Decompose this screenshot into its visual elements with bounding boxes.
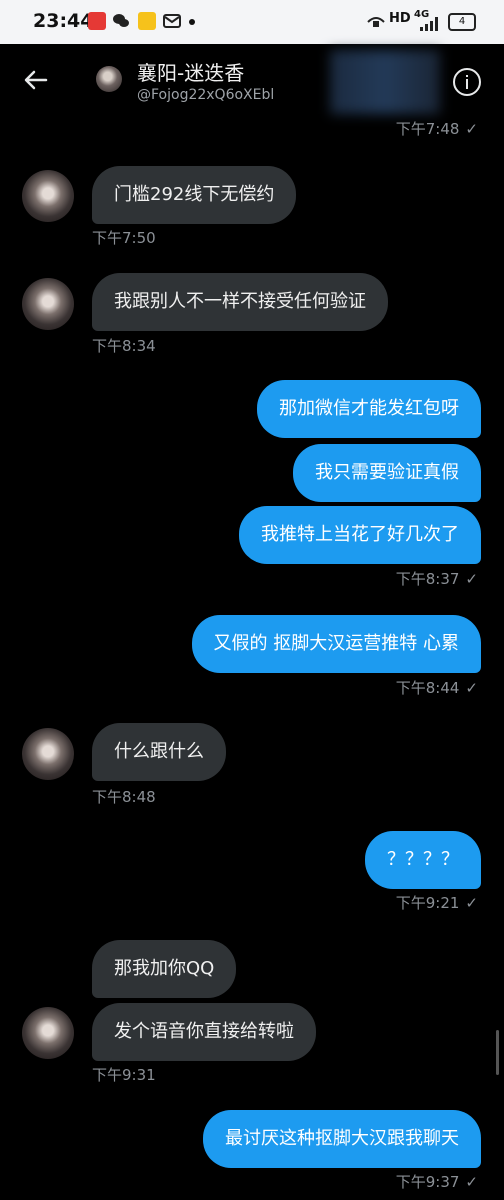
message-time: 下午8:48 <box>92 788 156 806</box>
message-time: 下午8:37 ✓ <box>395 570 478 588</box>
sent-check-icon: ✓ <box>465 120 478 138</box>
message-bubble-in[interactable]: 我跟别人不一样不接受任何验证 <box>92 273 388 331</box>
contact-name[interactable]: 襄阳-迷迭香 <box>137 57 244 86</box>
blurred-region <box>330 50 440 114</box>
message-time: 下午9:21 ✓ <box>395 894 478 912</box>
message-bubble-in[interactable]: 什么跟什么 <box>92 723 226 781</box>
more-notifications-dot-icon <box>189 19 195 25</box>
message-bubble-out[interactable]: 最讨厌这种抠脚大汉跟我聊天 <box>203 1110 481 1168</box>
status-bar: 23:44 HD 4G 4 <box>0 0 504 44</box>
avatar[interactable] <box>22 1007 74 1059</box>
back-arrow-icon[interactable] <box>22 66 50 94</box>
status-time: 23:44 <box>33 10 94 32</box>
avatar[interactable] <box>22 728 74 780</box>
contact-handle: @Fojog22xQ6oXEbl <box>137 87 275 103</box>
message-time: 下午7:50 <box>92 229 156 247</box>
message-bubble-in[interactable]: 那我加你QQ <box>92 940 237 998</box>
message-bubble-in[interactable]: 门槛292线下无偿约 <box>92 166 297 224</box>
sent-check-icon: ✓ <box>465 894 478 912</box>
message-time: 下午8:34 <box>92 337 156 355</box>
message-time: 下午7:48 ✓ <box>395 120 478 138</box>
signal-icon <box>420 16 438 34</box>
notes-app-icon <box>138 12 156 30</box>
avatar[interactable] <box>22 170 74 222</box>
network-label: HD <box>389 11 411 26</box>
message-time: 下午8:44 ✓ <box>395 679 478 697</box>
info-icon[interactable] <box>453 68 481 96</box>
message-time: 下午9:31 <box>92 1066 156 1084</box>
battery-icon: 4 <box>448 13 476 31</box>
message-bubble-out[interactable]: 我只需要验证真假 <box>293 444 481 502</box>
sent-check-icon: ✓ <box>465 679 478 697</box>
message-bubble-out[interactable]: 那加微信才能发红包呀 <box>257 380 481 438</box>
conversation-header: 襄阳-迷迭香 @Fojog22xQ6oXEbl <box>0 44 504 118</box>
mail-icon <box>163 12 181 30</box>
message-bubble-in[interactable]: 发个语音你直接给转啦 <box>92 1003 316 1061</box>
avatar[interactable] <box>22 278 74 330</box>
news-app-icon <box>88 12 106 30</box>
sent-check-icon: ✓ <box>465 570 478 588</box>
header-avatar[interactable] <box>96 66 122 92</box>
scrollbar[interactable] <box>496 1030 499 1075</box>
message-bubble-out[interactable]: 又假的 抠脚大汉运营推特 心累 <box>191 615 481 673</box>
message-bubble-out[interactable]: 我推特上当花了好几次了 <box>239 506 481 564</box>
vpn-icon <box>366 12 385 30</box>
sent-check-icon: ✓ <box>465 1173 478 1191</box>
wechat-icon <box>112 12 130 30</box>
message-time: 下午9:37 ✓ <box>395 1173 478 1191</box>
message-bubble-out[interactable]: ？？？？ <box>365 831 481 889</box>
